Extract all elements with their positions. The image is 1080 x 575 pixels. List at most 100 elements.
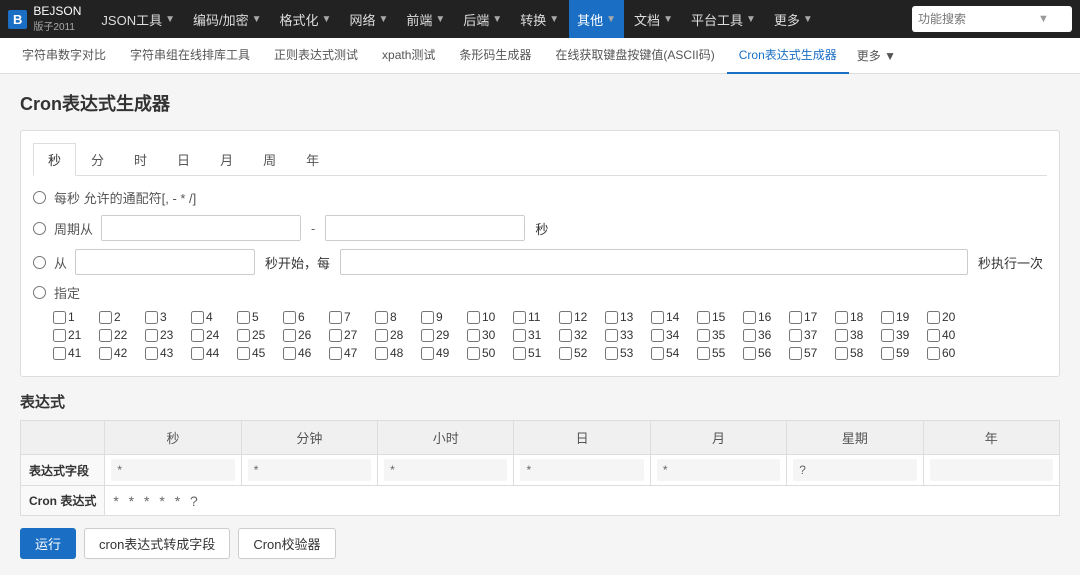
tab-more[interactable]: 更多 ▼ bbox=[849, 47, 904, 64]
unit-tab[interactable]: 时 bbox=[119, 143, 162, 176]
checkbox-2[interactable] bbox=[99, 311, 112, 324]
expression-field-input-秒[interactable] bbox=[111, 459, 234, 481]
checkbox-27[interactable] bbox=[329, 329, 342, 342]
expression-field-input-分钟[interactable] bbox=[248, 459, 371, 481]
expression-field-input-星期[interactable] bbox=[793, 459, 916, 481]
nav-item[interactable]: 平台工具▼ bbox=[683, 0, 764, 38]
checkbox-6[interactable] bbox=[283, 311, 296, 324]
tab-item[interactable]: 正则表达式测试 bbox=[262, 38, 370, 74]
checkbox-42[interactable] bbox=[99, 347, 112, 360]
nav-item[interactable]: 更多▼ bbox=[766, 0, 821, 38]
tab-item[interactable]: 条形码生成器 bbox=[447, 38, 543, 74]
checkbox-28[interactable] bbox=[375, 329, 388, 342]
checkbox-15[interactable] bbox=[697, 311, 710, 324]
nav-item[interactable]: 其他▼ bbox=[569, 0, 624, 38]
nav-item[interactable]: 前端▼ bbox=[398, 0, 453, 38]
checkbox-35[interactable] bbox=[697, 329, 710, 342]
unit-tab[interactable]: 年 bbox=[291, 143, 334, 176]
unit-tab[interactable]: 月 bbox=[205, 143, 248, 176]
radio-specified[interactable] bbox=[33, 286, 46, 299]
radio-period[interactable] bbox=[33, 222, 46, 235]
expression-field-input-日[interactable] bbox=[520, 459, 643, 481]
checkbox-31[interactable] bbox=[513, 329, 526, 342]
cron表达式转成字段-button[interactable]: cron表达式转成字段 bbox=[84, 528, 230, 559]
expression-field-input-小时[interactable] bbox=[384, 459, 507, 481]
unit-tab[interactable]: 分 bbox=[76, 143, 119, 176]
checkbox-56[interactable] bbox=[743, 347, 756, 360]
checkbox-25[interactable] bbox=[237, 329, 250, 342]
checkbox-34[interactable] bbox=[651, 329, 664, 342]
checkbox-36[interactable] bbox=[743, 329, 756, 342]
checkbox-24[interactable] bbox=[191, 329, 204, 342]
checkbox-19[interactable] bbox=[881, 311, 894, 324]
运行-button[interactable]: 运行 bbox=[20, 528, 76, 559]
expression-field-input-年[interactable] bbox=[930, 459, 1053, 481]
checkbox-33[interactable] bbox=[605, 329, 618, 342]
checkbox-48[interactable] bbox=[375, 347, 388, 360]
period-from-input[interactable] bbox=[101, 215, 301, 241]
chevron-down-icon[interactable]: ▼ bbox=[1038, 13, 1049, 25]
radio-period-label[interactable]: 周期从 bbox=[54, 219, 93, 238]
radio-every-second-label[interactable]: 每秒 允许的通配符[, - * /] bbox=[54, 188, 196, 207]
checkbox-10[interactable] bbox=[467, 311, 480, 324]
unit-tab[interactable]: 秒 bbox=[33, 143, 76, 176]
tab-item[interactable]: xpath测试 bbox=[370, 38, 447, 74]
search-input[interactable] bbox=[918, 12, 1038, 26]
period-to-input[interactable] bbox=[325, 215, 525, 241]
unit-tab[interactable]: 周 bbox=[248, 143, 291, 176]
radio-specified-label[interactable]: 指定 bbox=[54, 283, 80, 302]
checkbox-17[interactable] bbox=[789, 311, 802, 324]
nav-item[interactable]: 格式化▼ bbox=[272, 0, 340, 38]
checkbox-21[interactable] bbox=[53, 329, 66, 342]
nav-item[interactable]: 文档▼ bbox=[626, 0, 681, 38]
checkbox-8[interactable] bbox=[375, 311, 388, 324]
checkbox-52[interactable] bbox=[559, 347, 572, 360]
checkbox-58[interactable] bbox=[835, 347, 848, 360]
checkbox-37[interactable] bbox=[789, 329, 802, 342]
tab-item[interactable]: Cron表达式生成器 bbox=[727, 38, 849, 74]
checkbox-60[interactable] bbox=[927, 347, 940, 360]
radio-from-label[interactable]: 从 bbox=[54, 253, 67, 272]
checkbox-20[interactable] bbox=[927, 311, 940, 324]
tab-item[interactable]: 字符串数字对比 bbox=[10, 38, 118, 74]
checkbox-50[interactable] bbox=[467, 347, 480, 360]
tab-item[interactable]: 在线获取键盘按键值(ASCII码) bbox=[543, 38, 726, 74]
checkbox-12[interactable] bbox=[559, 311, 572, 324]
unit-tab[interactable]: 日 bbox=[162, 143, 205, 176]
checkbox-16[interactable] bbox=[743, 311, 756, 324]
nav-item[interactable]: 转换▼ bbox=[512, 0, 567, 38]
checkbox-11[interactable] bbox=[513, 311, 526, 324]
checkbox-46[interactable] bbox=[283, 347, 296, 360]
checkbox-41[interactable] bbox=[53, 347, 66, 360]
checkbox-57[interactable] bbox=[789, 347, 802, 360]
checkbox-39[interactable] bbox=[881, 329, 894, 342]
radio-every-second[interactable] bbox=[33, 191, 46, 204]
checkbox-13[interactable] bbox=[605, 311, 618, 324]
tab-item[interactable]: 字符串组在线排库工具 bbox=[118, 38, 262, 74]
checkbox-22[interactable] bbox=[99, 329, 112, 342]
checkbox-26[interactable] bbox=[283, 329, 296, 342]
checkbox-44[interactable] bbox=[191, 347, 204, 360]
nav-item[interactable]: 编码/加密▼ bbox=[185, 0, 270, 38]
checkbox-54[interactable] bbox=[651, 347, 664, 360]
checkbox-59[interactable] bbox=[881, 347, 894, 360]
checkbox-45[interactable] bbox=[237, 347, 250, 360]
checkbox-23[interactable] bbox=[145, 329, 158, 342]
checkbox-30[interactable] bbox=[467, 329, 480, 342]
from-start-input[interactable] bbox=[75, 249, 255, 275]
checkbox-53[interactable] bbox=[605, 347, 618, 360]
expression-field-input-月[interactable] bbox=[657, 459, 780, 481]
checkbox-32[interactable] bbox=[559, 329, 572, 342]
cron校验器-button[interactable]: Cron校验器 bbox=[238, 528, 335, 559]
checkbox-49[interactable] bbox=[421, 347, 434, 360]
checkbox-1[interactable] bbox=[53, 311, 66, 324]
checkbox-3[interactable] bbox=[145, 311, 158, 324]
nav-item[interactable]: 后端▼ bbox=[455, 0, 510, 38]
checkbox-14[interactable] bbox=[651, 311, 664, 324]
checkbox-18[interactable] bbox=[835, 311, 848, 324]
checkbox-47[interactable] bbox=[329, 347, 342, 360]
from-every-input[interactable] bbox=[340, 249, 968, 275]
checkbox-43[interactable] bbox=[145, 347, 158, 360]
checkbox-55[interactable] bbox=[697, 347, 710, 360]
nav-item[interactable]: JSON工具▼ bbox=[93, 0, 183, 38]
